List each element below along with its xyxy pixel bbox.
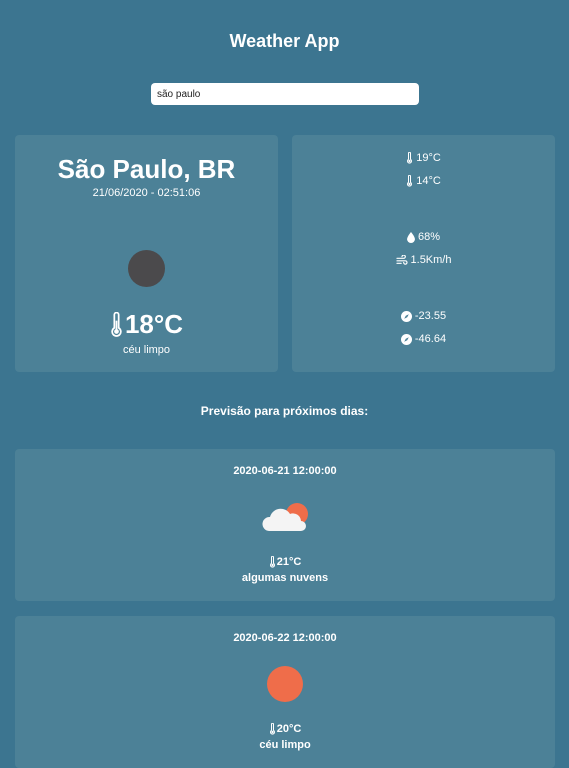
city-name: São Paulo, BR — [57, 154, 236, 184]
temp-max-value: 19°C — [416, 152, 441, 164]
forecast-description: algumas nuvens — [241, 572, 329, 584]
thermometer-icon — [407, 152, 413, 164]
wind-value: 1.5Km/h — [410, 254, 452, 266]
partly-cloudy-icon — [262, 503, 308, 531]
water-drop-icon — [407, 231, 415, 243]
temp-min-value: 14°C — [416, 175, 441, 187]
forecast-card: 2020-06-21 12:00:00 21°C algumas nuvens — [15, 449, 555, 601]
weather-placeholder-icon — [128, 250, 165, 287]
current-temp-value: 18°C — [124, 309, 184, 339]
search-input[interactable] — [151, 83, 419, 105]
thermometer-icon — [269, 556, 275, 568]
wind-icon — [395, 255, 408, 265]
forecast-temp-value: 20°C — [276, 723, 302, 735]
app-title: Weather App — [229, 31, 340, 51]
thermometer-icon — [269, 723, 275, 735]
temp-min-row: 14°C — [292, 175, 555, 187]
forecast-card: 2020-06-22 12:00:00 20°C céu limpo — [15, 616, 555, 768]
forecast-heading: Previsão para próximos dias: — [200, 404, 369, 418]
forecast-date: 2020-06-21 12:00:00 — [233, 465, 337, 477]
thermometer-icon — [111, 311, 122, 337]
latitude-row: -23.55 — [292, 310, 555, 322]
latitude-value: -23.55 — [414, 310, 447, 322]
current-datetime: 21/06/2020 - 02:51:06 — [92, 187, 201, 199]
current-temperature: 18°C — [15, 309, 278, 340]
compass-icon — [400, 310, 412, 322]
thermometer-icon — [407, 175, 413, 187]
humidity-value: 68% — [417, 231, 441, 243]
temp-max-row: 19°C — [292, 152, 555, 164]
forecast-description: céu limpo — [259, 739, 311, 751]
forecast-temp: 20°C — [15, 723, 555, 735]
wind-row: 1.5Km/h — [292, 254, 555, 266]
forecast-temp-value: 21°C — [276, 556, 302, 568]
compass-icon — [400, 333, 412, 345]
forecast-temp: 21°C — [15, 556, 555, 568]
longitude-row: -46.64 — [292, 333, 555, 345]
current-description: céu limpo — [122, 344, 171, 356]
sun-icon — [267, 666, 303, 702]
longitude-value: -46.64 — [414, 333, 447, 345]
forecast-date: 2020-06-22 12:00:00 — [233, 632, 337, 644]
humidity-row: 68% — [292, 231, 555, 243]
